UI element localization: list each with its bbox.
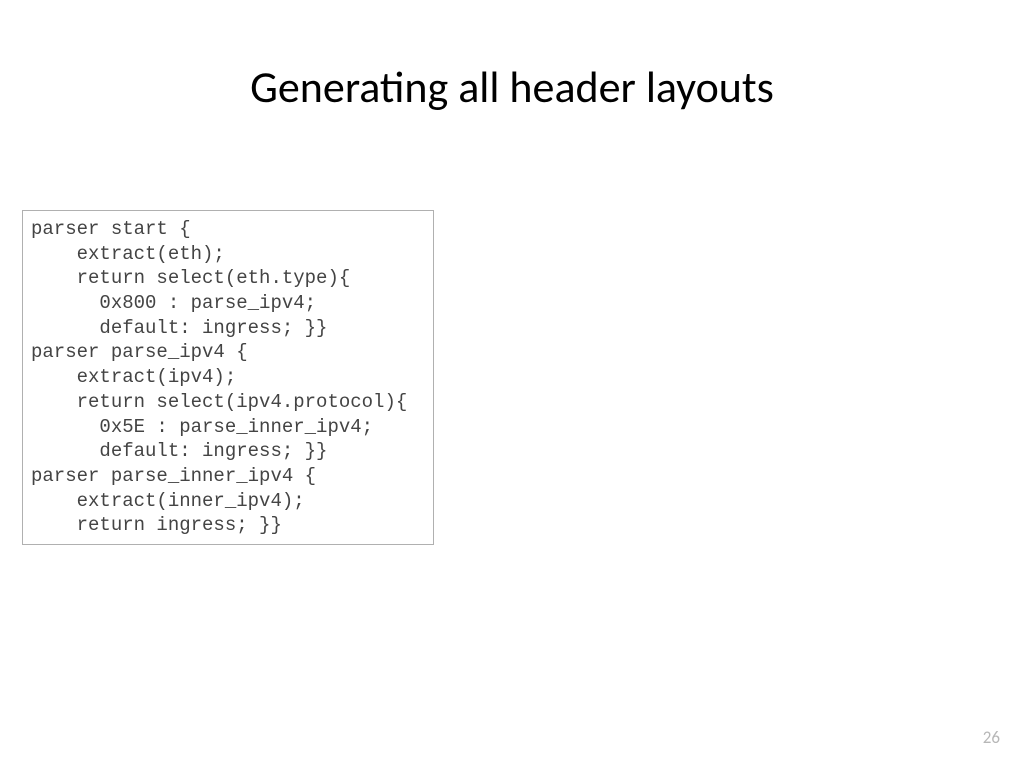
code-block: parser start { extract(eth); return sele… <box>22 210 434 545</box>
slide-title: Generating all header layouts <box>0 0 1024 154</box>
page-number: 26 <box>983 727 1000 748</box>
